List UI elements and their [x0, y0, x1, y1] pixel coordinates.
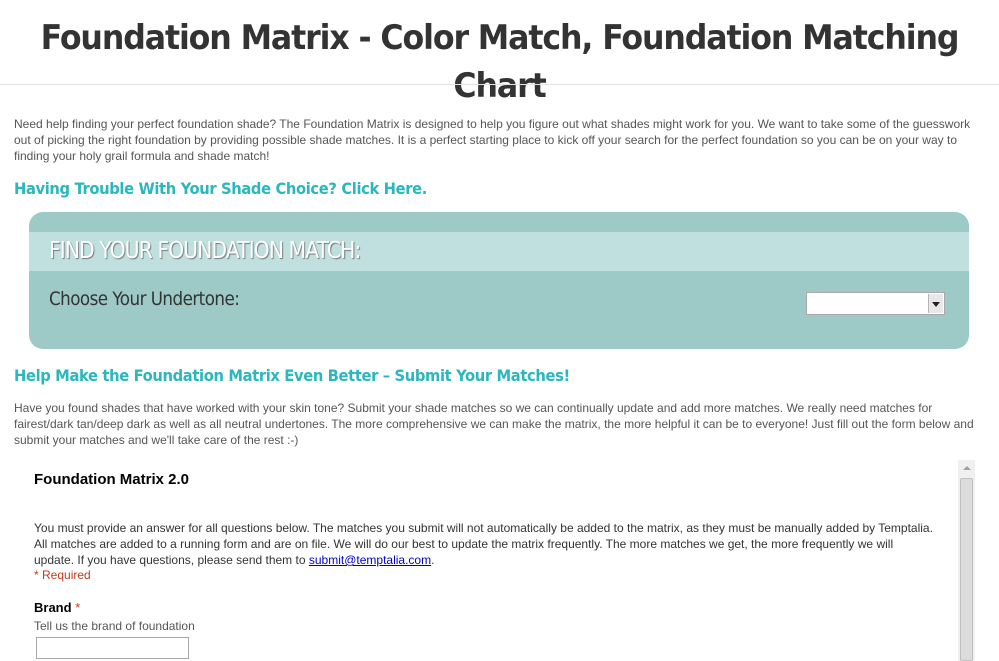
form-description: You must provide an answer for all quest… — [34, 520, 934, 568]
form-title: Foundation Matrix 2.0 — [34, 471, 190, 488]
brand-label: Brand * — [34, 600, 80, 615]
undertone-label: Choose Your Undertone: — [49, 288, 240, 310]
scroll-thumb[interactable] — [960, 478, 973, 661]
required-star: * — [75, 600, 81, 615]
brand-help-text: Tell us the brand of foundation — [34, 619, 195, 633]
foundation-match-panel: FIND YOUR FOUNDATION MATCH: Choose Your … — [29, 212, 969, 349]
required-note: * Required — [34, 568, 91, 582]
match-heading: FIND YOUR FOUNDATION MATCH: — [49, 238, 361, 264]
submit-matches-text: Have you found shades that have worked w… — [14, 401, 974, 447]
form-description-end: . — [431, 553, 435, 567]
chevron-down-icon[interactable] — [928, 294, 943, 313]
scroll-up-arrow-icon[interactable] — [958, 460, 975, 477]
shade-trouble-link[interactable]: Having Trouble With Your Shade Choice? C… — [14, 178, 427, 200]
brand-input[interactable] — [36, 637, 189, 659]
form-description-text: You must provide an answer for all quest… — [34, 521, 933, 567]
intro-paragraph: Need help finding your perfect foundatio… — [14, 117, 971, 163]
submit-email-link[interactable]: submit@temptalia.com — [309, 553, 431, 567]
undertone-select[interactable] — [806, 292, 945, 315]
form-scrollbar[interactable] — [958, 460, 975, 661]
title-divider — [0, 84, 999, 85]
submit-matches-heading: Help Make the Foundation Matrix Even Bet… — [14, 366, 570, 385]
page-title: Foundation Matrix - Color Match, Foundat… — [40, 18, 960, 106]
brand-label-text: Brand — [34, 600, 72, 615]
embedded-form: Foundation Matrix 2.0 You must provide a… — [14, 460, 975, 661]
